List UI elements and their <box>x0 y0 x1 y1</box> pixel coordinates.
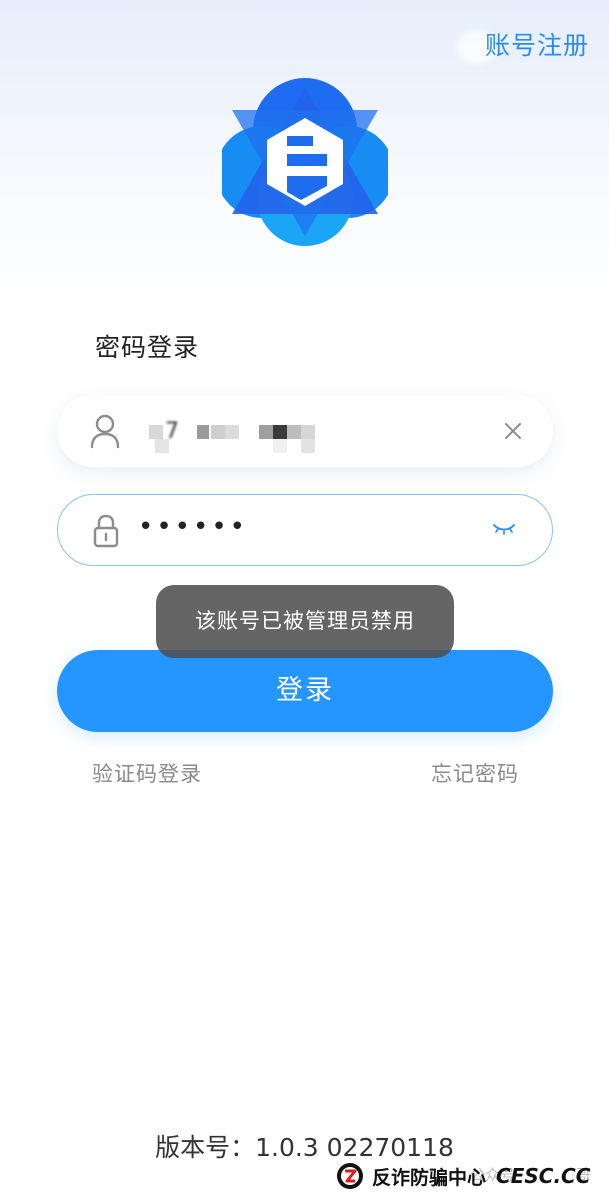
watermark: 反诈防骗中心 CESC.CC <box>336 1160 590 1192</box>
lock-icon <box>93 514 119 548</box>
register-account-link[interactable]: 账号注册 <box>485 26 589 62</box>
close-icon[interactable] <box>503 421 523 441</box>
app-logo <box>222 78 388 246</box>
password-field[interactable]: •••••• <box>57 494 553 566</box>
login-method-title: 密码登录 <box>95 333 200 362</box>
watermark-brand: CESC.CC <box>496 1164 591 1188</box>
account-field[interactable]: · 7 <box>57 395 553 467</box>
anti-fraud-logo-icon <box>337 1163 363 1189</box>
user-icon <box>90 414 120 449</box>
app-version: 版本号：1.0.3 02270118 <box>155 1133 454 1162</box>
forgot-password-link[interactable]: 忘记密码 <box>431 758 519 788</box>
sms-code-login-link[interactable]: 验证码登录 <box>92 758 202 788</box>
password-value: •••••• <box>138 512 249 542</box>
watermark-text: 反诈防骗中心 <box>372 1166 487 1189</box>
login-button[interactable]: 登录 <box>57 650 553 732</box>
account-disabled-toast: 该账号已被管理员禁用 <box>156 585 454 658</box>
eye-closed-icon[interactable] <box>492 520 516 538</box>
